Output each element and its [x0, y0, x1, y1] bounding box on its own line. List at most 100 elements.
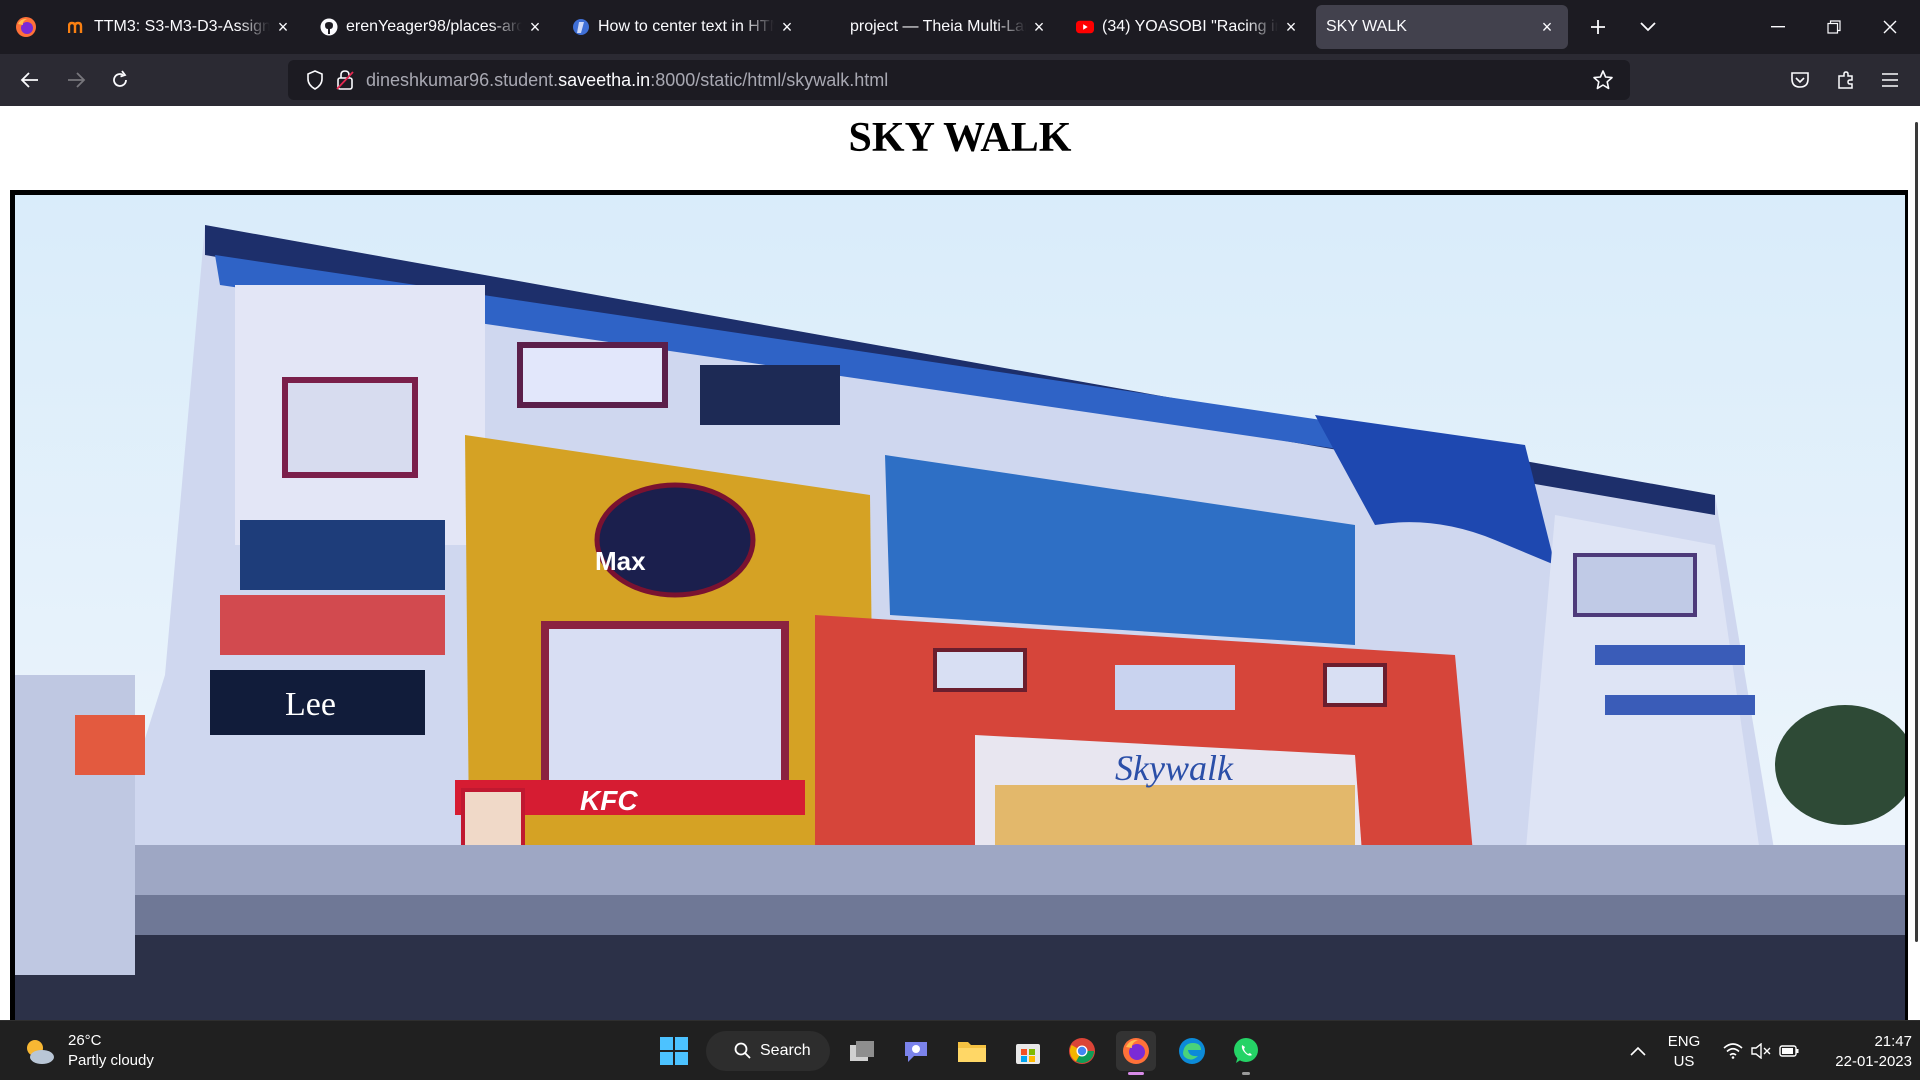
task-view-button[interactable]	[842, 1031, 882, 1071]
tab-close-icon[interactable]: ×	[526, 18, 544, 36]
partly-cloudy-icon	[27, 1040, 54, 1064]
active-app-indicator	[1128, 1072, 1144, 1075]
tab-title: SKY WALK	[1326, 18, 1407, 35]
github-icon	[320, 18, 338, 36]
tracking-protection-shield-icon[interactable]	[306, 70, 324, 95]
tab-github[interactable]: erenYeager98/places-around ×	[308, 5, 556, 49]
battery-icon	[1779, 1045, 1799, 1057]
edge-icon	[1179, 1038, 1205, 1064]
input-language-indicator[interactable]: ENG US	[1664, 1032, 1704, 1072]
tab-title: How to center text in HTML	[598, 18, 774, 35]
wifi-icon	[1723, 1043, 1743, 1059]
tab-bar: TTM3: S3-M3-D3-Assignment × erenYeager98…	[0, 0, 1920, 54]
scrollbar-thumb[interactable]	[1915, 122, 1918, 942]
chevron-up-icon	[1630, 1046, 1646, 1056]
youtube-icon	[1076, 18, 1094, 36]
weather-temperature: 26°C	[68, 1032, 102, 1049]
back-button[interactable]	[8, 60, 52, 100]
weather-widget[interactable]: 26°C Partly cloudy	[22, 1031, 154, 1071]
forward-button[interactable]	[54, 60, 98, 100]
microsoft-store-button[interactable]	[1008, 1031, 1048, 1071]
network-volume-battery-tray[interactable]	[1716, 1031, 1806, 1071]
list-all-tabs-button[interactable]	[1626, 5, 1670, 49]
tab-close-icon[interactable]: ×	[1030, 18, 1048, 36]
url-text[interactable]: dineshkumar96.student.saveetha.in:8000/s…	[366, 70, 888, 91]
weather-description: Partly cloudy	[68, 1052, 154, 1069]
mall-building-image: Max Lee KFC Skywalk	[15, 195, 1905, 1020]
bookmark-star-icon[interactable]	[1592, 69, 1614, 96]
chat-button[interactable]	[896, 1031, 936, 1071]
teams-chat-icon	[905, 1042, 927, 1062]
chrome-button[interactable]	[1062, 1031, 1102, 1071]
tab-close-icon[interactable]: ×	[778, 18, 796, 36]
reload-button[interactable]	[98, 60, 142, 100]
firefox-icon	[1123, 1038, 1149, 1064]
puzzle-icon	[1838, 71, 1853, 89]
restore-button[interactable]	[1806, 0, 1862, 54]
language-line-2: US	[1673, 1053, 1695, 1070]
clock[interactable]: 21:47 22-01-2023	[1812, 1032, 1912, 1072]
tab-close-icon[interactable]: ×	[1538, 18, 1556, 36]
search-label: Search	[760, 1042, 811, 1059]
pocket-icon	[1791, 72, 1809, 88]
edge-button[interactable]	[1172, 1031, 1212, 1071]
tab-center-text[interactable]: How to center text in HTML ×	[560, 5, 808, 49]
insecure-lock-icon[interactable]	[336, 69, 354, 96]
start-button[interactable]	[654, 1031, 694, 1071]
show-hidden-icons-button[interactable]	[1618, 1031, 1658, 1071]
tab-close-icon[interactable]: ×	[1282, 18, 1300, 36]
extensions-button[interactable]	[1824, 60, 1868, 100]
volume-muted-icon	[1751, 1043, 1771, 1059]
plus-icon	[1591, 20, 1605, 34]
tab-youtube[interactable]: (34) YOASOBI "Racing into the ×	[1064, 5, 1312, 49]
page-scrollbar[interactable]	[1908, 106, 1920, 1020]
arrow-left-icon	[20, 72, 38, 88]
tab-title: (34) YOASOBI "Racing into the	[1102, 18, 1278, 35]
lee-store-sign: Lee	[285, 686, 336, 723]
new-tab-button[interactable]	[1576, 5, 1620, 49]
minimize-button[interactable]	[1750, 0, 1806, 54]
chrome-icon	[1069, 1038, 1095, 1064]
firefox-view-button[interactable]	[0, 0, 52, 54]
kfc-store-sign: KFC	[580, 785, 638, 816]
page-heading: SKY WALK	[848, 115, 1072, 161]
app-menu-button[interactable]	[1868, 60, 1912, 100]
reload-icon	[113, 70, 127, 87]
clock-time: 21:47	[1874, 1033, 1912, 1050]
max-store-sign: Max	[595, 546, 646, 576]
url-prefix: dineshkumar96.student.	[366, 70, 559, 90]
url-path: :8000/static/html/skywalk.html	[650, 70, 889, 90]
skywalk-mall-sign: Skywalk	[1115, 748, 1234, 788]
whatsapp-icon	[1234, 1038, 1258, 1063]
restore-icon	[1827, 20, 1841, 34]
tab-sky-walk[interactable]: SKY WALK ×	[1316, 5, 1568, 49]
tab-moodle[interactable]: TTM3: S3-M3-D3-Assignment ×	[56, 5, 304, 49]
windows-taskbar: 26°C Partly cloudy Search ENG US 21:47 2…	[0, 1020, 1920, 1080]
arrow-right-icon	[68, 72, 86, 88]
windows-logo-icon	[660, 1037, 688, 1065]
moodle-icon	[68, 18, 86, 36]
close-window-button[interactable]	[1862, 0, 1918, 54]
language-line-1: ENG	[1667, 1033, 1701, 1050]
tab-theia-project[interactable]: project — Theia Multi-Language ×	[812, 5, 1060, 49]
pocket-button[interactable]	[1778, 60, 1822, 100]
task-view-icon	[850, 1041, 874, 1061]
navigation-toolbar: dineshkumar96.student.saveetha.in:8000/s…	[0, 54, 1920, 106]
tab-close-icon[interactable]: ×	[274, 18, 292, 36]
search-icon	[734, 1042, 751, 1059]
running-app-indicator	[1242, 1072, 1250, 1075]
theia-icon	[824, 18, 842, 36]
hamburger-menu-icon	[1882, 73, 1898, 87]
close-icon	[1883, 20, 1897, 34]
tab-title: TTM3: S3-M3-D3-Assignment	[94, 18, 270, 35]
firefox-taskbar-button[interactable]	[1116, 1031, 1156, 1071]
tab-title: project — Theia Multi-Language	[850, 18, 1026, 35]
address-bar[interactable]: dineshkumar96.student.saveetha.in:8000/s…	[288, 60, 1630, 100]
clock-date: 22-01-2023	[1835, 1053, 1912, 1070]
chevron-down-icon	[1640, 22, 1656, 32]
file-explorer-button[interactable]	[952, 1031, 992, 1071]
taskbar-search-button[interactable]: Search	[706, 1031, 830, 1071]
store-icon	[1016, 1044, 1040, 1064]
firefox-icon	[16, 17, 36, 37]
whatsapp-button[interactable]	[1226, 1031, 1266, 1071]
